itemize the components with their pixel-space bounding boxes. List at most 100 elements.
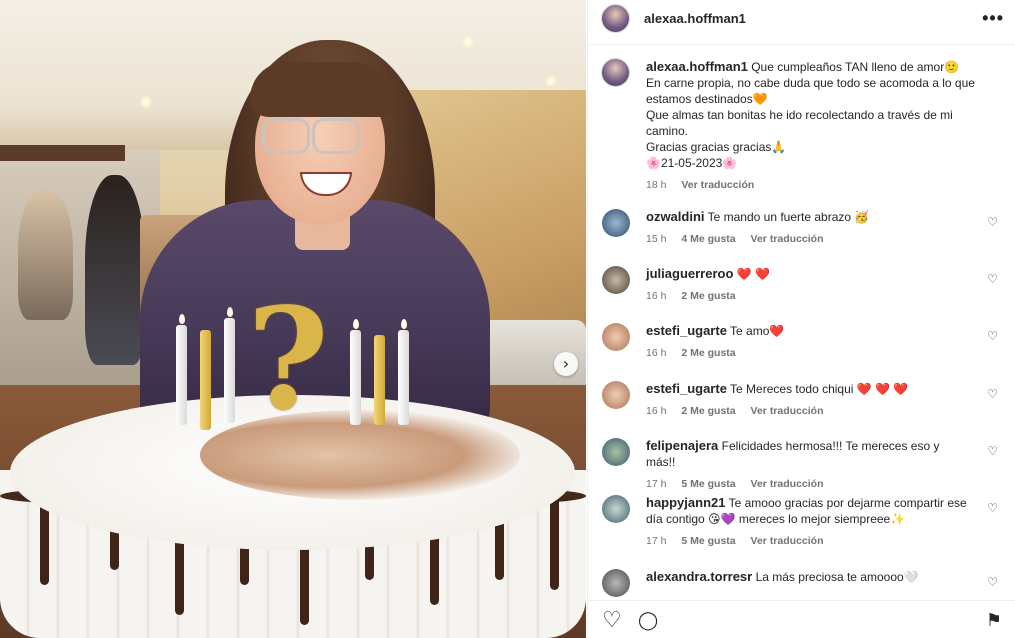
ceiling-light: [462, 36, 474, 48]
more-options-icon[interactable]: •••: [982, 8, 1004, 29]
candle-flame: [353, 319, 359, 329]
comment-text: ❤️ ❤️: [736, 267, 770, 281]
comment: estefi_ugarte Te Mereces todo chiqui ❤️ …: [602, 381, 1002, 421]
comment-text: Te amo❤️: [730, 324, 785, 338]
caption-line: 🌸21-05-2023🌸: [646, 156, 738, 170]
comment-body: felipenajera Felicidades hermosa!!! Te m…: [646, 438, 971, 492]
comment-like-icon[interactable]: ♡: [987, 387, 998, 401]
post-header: alexaa.hoffman1 •••: [588, 0, 1015, 45]
commenter-avatar[interactable]: [602, 495, 630, 523]
post-details-panel: alexaa.hoffman1 ••• alexaa.hoffman1 Que …: [587, 0, 1015, 638]
comment: happyjann21 Te amooo gracias por dejarme…: [602, 495, 1002, 551]
background-person: [18, 190, 73, 320]
translate-link[interactable]: Ver traducción: [751, 405, 824, 417]
commenter-avatar[interactable]: [602, 209, 630, 237]
post-photo[interactable]: ? ›: [0, 0, 586, 638]
comment-like-icon[interactable]: ♡: [987, 272, 998, 286]
background-person: [85, 175, 145, 365]
candle: [374, 335, 385, 425]
author-username[interactable]: alexaa.hoffman1: [644, 11, 746, 26]
translate-link[interactable]: Ver traducción: [751, 233, 824, 245]
comment-meta: 17 h 5 Me gusta Ver traducción: [646, 476, 971, 492]
comment-icon[interactable]: ◯: [638, 607, 658, 633]
commenter-username[interactable]: happyjann21: [646, 495, 725, 510]
comment-time: 16 h: [646, 405, 667, 417]
glasses-right: [312, 118, 360, 154]
commenter-username[interactable]: estefi_ugarte: [646, 381, 727, 396]
commenter-avatar[interactable]: [602, 381, 630, 409]
commenter-username[interactable]: felipenajera: [646, 438, 718, 453]
comment-like-icon[interactable]: ♡: [987, 444, 998, 458]
commenter-username[interactable]: estefi_ugarte: [646, 323, 727, 338]
commenter-username[interactable]: juliaguerreroo: [646, 266, 733, 281]
comment-likes[interactable]: 2 Me gusta: [681, 347, 735, 359]
carousel-next-button[interactable]: ›: [554, 352, 578, 376]
comment-body: estefi_ugarte Te amo❤️ 16 h 2 Me gusta: [646, 323, 971, 361]
comment-body: happyjann21 Te amooo gracias por dejarme…: [646, 495, 971, 549]
commenter-avatar[interactable]: [602, 569, 630, 597]
caption-line: Que cumpleaños TAN lleno de amor🙂: [751, 60, 960, 74]
candle: [200, 330, 211, 430]
comment-like-icon[interactable]: ♡: [987, 501, 998, 515]
commenter-avatar[interactable]: [602, 266, 630, 294]
caption-line: Gracias gracias gracias🙏: [646, 140, 787, 154]
save-icon[interactable]: ⚑: [986, 607, 1002, 633]
translate-link[interactable]: Ver traducción: [751, 478, 824, 490]
comment-like-icon[interactable]: ♡: [987, 215, 998, 229]
comment-like-icon[interactable]: ♡: [987, 329, 998, 343]
comment-meta: 17 h 5 Me gusta Ver traducción: [646, 533, 971, 549]
bangs: [250, 62, 390, 117]
candle-flame: [179, 314, 185, 324]
ceiling-light: [545, 75, 557, 87]
caption-line: camino.: [646, 124, 689, 138]
author-avatar[interactable]: [601, 4, 630, 33]
caption-line: En carne propia, no cabe duda que todo s…: [646, 76, 975, 90]
comment-likes[interactable]: 5 Me gusta: [681, 478, 735, 490]
commenter-username[interactable]: alexandra.torresr: [646, 569, 752, 584]
caption-time: 18 h: [646, 179, 667, 191]
drip: [550, 490, 559, 590]
candle: [398, 330, 409, 425]
comment: alexandra.torresr La más preciosa te amo…: [602, 569, 1002, 599]
translate-link[interactable]: Ver traducción: [751, 535, 824, 547]
comment-text: Te Mereces todo chiqui ❤️ ❤️ ❤️: [730, 382, 909, 396]
candle: [176, 325, 187, 425]
candle: [350, 330, 361, 425]
comment: ozwaldini Te mando un fuerte abrazo 🥳 15…: [602, 209, 1002, 249]
ceiling-light: [140, 96, 152, 108]
comment-likes[interactable]: 2 Me gusta: [681, 290, 735, 302]
comment-meta: 16 h 2 Me gusta Ver traducción: [646, 403, 971, 419]
like-icon[interactable]: ♡: [602, 607, 622, 633]
glasses-left: [262, 118, 310, 154]
caption-author-avatar[interactable]: [601, 58, 630, 87]
comment-body: alexandra.torresr La más preciosa te amo…: [646, 569, 971, 585]
comment: estefi_ugarte Te amo❤️ 16 h 2 Me gusta ♡: [602, 323, 1002, 363]
post-caption: alexaa.hoffman1 Que cumpleaños TAN lleno…: [646, 59, 996, 193]
caption-line: Que almas tan bonitas he ido recolectand…: [646, 108, 953, 122]
question-mark-candle: ?: [246, 278, 330, 442]
commenter-username[interactable]: ozwaldini: [646, 209, 705, 224]
comment-time: 16 h: [646, 290, 667, 302]
comment-meta: 16 h 2 Me gusta: [646, 288, 971, 304]
doorframe: [0, 145, 125, 161]
caption-username[interactable]: alexaa.hoffman1: [646, 59, 748, 74]
comment: felipenajera Felicidades hermosa!!! Te m…: [602, 438, 1002, 490]
commenter-avatar[interactable]: [602, 323, 630, 351]
comment-meta: 15 h 4 Me gusta Ver traducción: [646, 231, 971, 247]
action-bar: ♡ ◯ ⚑: [588, 600, 1015, 638]
candle-flame: [227, 307, 233, 317]
caption-line: estamos destinados🧡: [646, 92, 768, 106]
comment: juliaguerreroo ❤️ ❤️ 16 h 2 Me gusta ♡: [602, 266, 1002, 306]
comment-body: ozwaldini Te mando un fuerte abrazo 🥳 15…: [646, 209, 971, 247]
comment-time: 17 h: [646, 535, 667, 547]
comment-meta: 16 h 2 Me gusta: [646, 345, 971, 361]
translate-link[interactable]: Ver traducción: [681, 179, 754, 191]
commenter-avatar[interactable]: [602, 438, 630, 466]
comment-likes[interactable]: 5 Me gusta: [681, 535, 735, 547]
comment-likes[interactable]: 4 Me gusta: [681, 233, 735, 245]
comment-time: 17 h: [646, 478, 667, 490]
comment-like-icon[interactable]: ♡: [987, 575, 998, 589]
caption-meta: 18 h Ver traducción: [646, 177, 996, 193]
comment-likes[interactable]: 2 Me gusta: [681, 405, 735, 417]
comment-time: 16 h: [646, 347, 667, 359]
